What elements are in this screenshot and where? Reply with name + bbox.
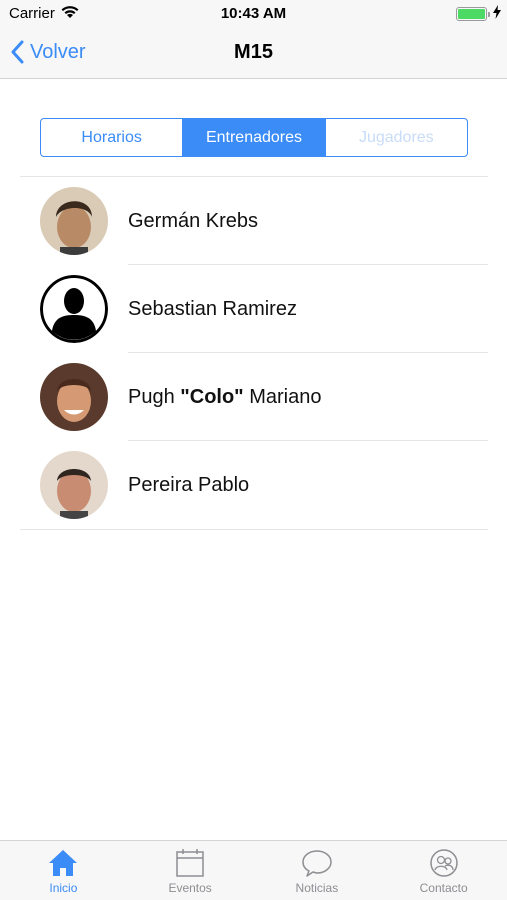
coach-avatar [40, 187, 108, 255]
segment-horarios[interactable]: Horarios [41, 119, 182, 156]
tab-contacto[interactable]: Contacto [380, 841, 507, 900]
tab-bar: Inicio Eventos Noticias Contacto [0, 840, 507, 900]
coach-avatar [40, 363, 108, 431]
coach-name: Pereira Pablo [128, 473, 250, 496]
coach-name: Sebastian Ramirez [128, 297, 297, 320]
tab-eventos[interactable]: Eventos [127, 841, 254, 900]
status-time: 10:43 AM [220, 5, 287, 22]
page-title: M15 [234, 41, 273, 63]
coach-row[interactable]: Sebastian Ramirez [20, 265, 488, 353]
coach-name: Pugh "Colo" Mariano [128, 385, 322, 408]
tab-inicio[interactable]: Inicio [0, 841, 127, 900]
tab-label: Eventos [168, 881, 212, 895]
charging-icon [493, 5, 501, 24]
calendar-icon [176, 849, 204, 877]
coach-row[interactable]: Germán Krebs [20, 177, 488, 265]
coach-row[interactable]: Pereira Pablo [20, 441, 488, 529]
tab-label: Noticias [295, 881, 339, 895]
chat-bubble-icon [302, 850, 332, 877]
navigation-bar: Volver M15 [0, 28, 507, 79]
coach-name: Germán Krebs [128, 209, 259, 232]
tab-label: Inicio [49, 881, 78, 895]
tab-noticias[interactable]: Noticias [254, 841, 381, 900]
coaches-list: Germán Krebs Sebastian Ramirez Pugh "Col… [20, 176, 488, 530]
coach-row[interactable]: Pugh "Colo" Mariano [20, 353, 488, 441]
battery-icon [456, 7, 490, 21]
segment-entrenadores[interactable]: Entrenadores [182, 119, 325, 156]
coach-avatar [40, 451, 108, 519]
segmented-control: Horarios Entrenadores Jugadores [40, 118, 468, 157]
segment-jugadores: Jugadores [324, 119, 467, 156]
person-placeholder-icon [40, 275, 108, 343]
status-bar: Carrier 10:43 AM [0, 0, 507, 28]
home-icon [49, 850, 78, 876]
tab-label: Contacto [419, 881, 468, 895]
coach-nickname: "Colo" [180, 385, 244, 408]
contact-icon [429, 849, 458, 877]
